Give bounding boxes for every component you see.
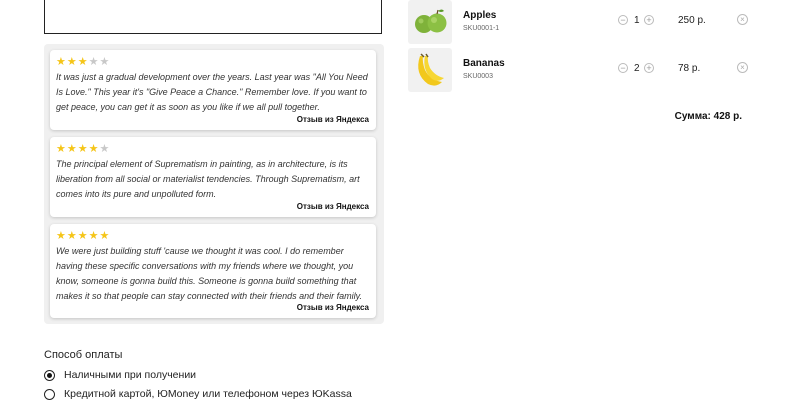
star-empty-icon: ★ [99,56,111,68]
star-empty-icon: ★ [99,143,111,155]
apples-image [408,0,452,44]
star-filled-icon: ★ [56,143,67,155]
bananas-image [408,48,452,92]
payment-option-cash[interactable]: Наличными при получении [44,369,196,381]
review-source-link[interactable]: Отзыв из Яндекса [297,303,369,312]
product-name[interactable]: Apples [463,10,496,21]
decrease-qty-button[interactable]: − [618,63,628,73]
star-empty-icon: ★ [88,56,100,68]
item-price: 250 р. [678,15,706,26]
payment-method-title: Способ оплаты [44,349,123,361]
cart-item-apples: Apples SKU0001-1 − 1 + 250 р. × [408,0,780,44]
cart-total: Сумма: 428 р. [674,111,742,122]
decrease-qty-button[interactable]: − [618,15,628,25]
product-sku: SKU0003 [463,73,493,80]
quantity-value: 2 [634,63,640,74]
star-filled-icon: ★ [88,230,100,242]
review-text: The principal element of Suprematism in … [56,159,360,199]
star-filled-icon: ★ [56,56,67,68]
product-sku: SKU0001-1 [463,25,500,32]
reviews-panel: ★★★★★ It was just a gradual development … [44,44,384,324]
rating-stars: ★★★★★ [56,143,110,155]
radio-selected-icon[interactable] [44,369,55,381]
star-filled-icon: ★ [77,143,89,155]
payment-option-label: Наличными при получении [64,369,197,381]
review-card: ★★★★★ We were just building stuff 'cause… [50,224,376,318]
quantity-value: 1 [634,15,640,26]
star-filled-icon: ★ [77,230,89,242]
payment-option-card[interactable]: Кредитной картой, ЮMoney или телефоном ч… [44,388,352,400]
increase-qty-button[interactable]: + [644,15,654,25]
review-card: ★★★★★ The principal element of Supremati… [50,137,376,217]
review-source-link[interactable]: Отзыв из Яндекса [297,202,369,211]
product-name[interactable]: Bananas [463,58,505,69]
item-price: 78 р. [678,63,701,74]
rating-stars: ★★★★★ [56,56,110,68]
review-text: We were just building stuff 'cause we th… [56,246,362,301]
review-text: It was just a gradual development over t… [56,72,368,112]
star-filled-icon: ★ [99,230,111,242]
increase-qty-button[interactable]: + [644,63,654,73]
star-filled-icon: ★ [66,230,78,242]
remove-item-icon[interactable]: × [737,62,748,73]
cart-item-bananas: Bananas SKU0003 − 2 + 78 р. × [408,48,780,92]
review-source-link[interactable]: Отзыв из Яндекса [297,115,369,124]
review-card: ★★★★★ It was just a gradual development … [50,50,376,130]
star-filled-icon: ★ [88,143,100,155]
comment-textarea[interactable] [44,0,382,34]
rating-stars: ★★★★★ [56,230,110,242]
star-filled-icon: ★ [56,230,67,242]
remove-item-icon[interactable]: × [737,14,748,25]
star-filled-icon: ★ [77,56,89,68]
star-filled-icon: ★ [66,143,78,155]
payment-option-label: Кредитной картой, ЮMoney или телефоном ч… [64,388,352,400]
radio-unselected-icon[interactable] [44,388,55,400]
star-filled-icon: ★ [66,56,78,68]
